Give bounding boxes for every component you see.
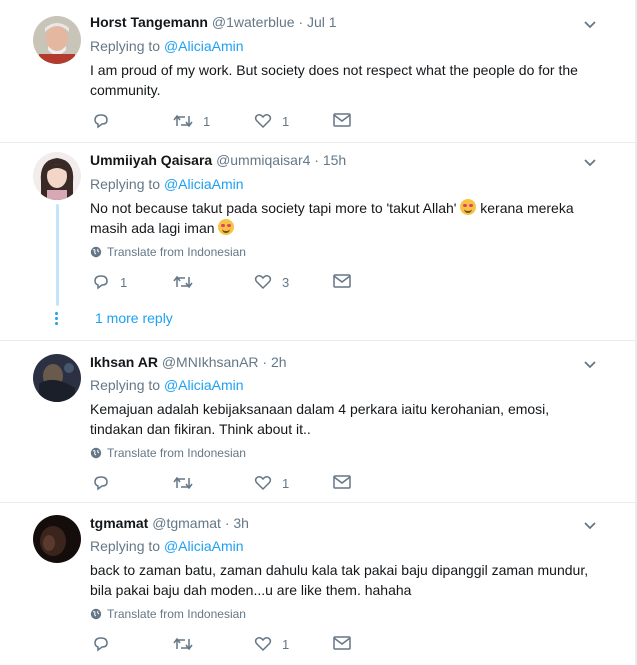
reply-button[interactable]: 1 (92, 274, 127, 290)
envelope-icon (333, 636, 351, 650)
chevron-down-icon[interactable] (583, 158, 597, 168)
chevron-down-icon[interactable] (583, 521, 597, 531)
chevron-down-icon[interactable] (583, 20, 597, 30)
envelope-icon (333, 113, 351, 127)
mention-link[interactable]: @AliciaAmin (164, 377, 244, 393)
reply-icon (94, 476, 108, 491)
thread-connector-line (56, 204, 59, 306)
author-handle-time[interactable]: @ummiqaisar4 · 15h (216, 152, 346, 168)
like-count: 1 (282, 636, 290, 652)
tweet-text: back to zaman batu, zaman dahulu kala ta… (90, 562, 589, 598)
avatar[interactable] (33, 16, 81, 64)
heart-icon (254, 114, 272, 129)
author-name[interactable]: tgmamat (90, 515, 148, 531)
tweet-header: Ummiiyah Qaisara @ummiqaisar4 · 15h (90, 152, 346, 168)
retweet-count: 1 (203, 113, 211, 129)
reply-button[interactable] (92, 636, 120, 652)
translate-link[interactable]: Translate from Indonesian (90, 607, 246, 621)
retweet-button[interactable] (173, 636, 203, 652)
like-button[interactable]: 1 (254, 636, 289, 652)
like-count: 1 (282, 475, 290, 491)
smiling-face-emoji-icon (218, 219, 235, 235)
reply-icon (94, 637, 108, 652)
author-name[interactable]: Ummiiyah Qaisara (90, 152, 212, 168)
retweet-button[interactable]: 1 (173, 113, 210, 129)
retweet-icon (173, 275, 193, 289)
like-count: 3 (282, 274, 290, 290)
avatar[interactable] (33, 515, 81, 563)
envelope-icon (333, 274, 351, 288)
reply-button[interactable] (92, 113, 120, 129)
translate-link[interactable]: Translate from Indonesian (90, 446, 246, 460)
retweet-icon (173, 114, 193, 128)
tweet-header: Horst Tangemann @1waterblue · Jul 1 (90, 14, 337, 30)
retweet-icon (173, 637, 193, 651)
direct-message-button[interactable] (333, 636, 351, 650)
heart-icon (254, 637, 272, 652)
tweet-actions: 1 1 (90, 113, 390, 133)
avatar[interactable] (33, 354, 81, 402)
retweet-button[interactable] (173, 475, 203, 491)
tweet-horst[interactable]: Horst Tangemann @1waterblue · Jul 1 Repl… (0, 0, 635, 143)
like-button[interactable]: 1 (254, 113, 289, 129)
replying-prefix: Replying to (90, 38, 161, 54)
tweet-ikhsan[interactable]: Ikhsan AR @MNIkhsanAR · 2h Replying to @… (0, 341, 635, 503)
retweet-button[interactable] (173, 274, 203, 290)
thread-dots-icon (55, 312, 58, 325)
tweet-actions: 1 3 (90, 274, 390, 294)
smiling-face-emoji-icon (460, 199, 477, 215)
replying-to: Replying to @AliciaAmin (90, 538, 244, 554)
reply-button[interactable] (92, 475, 120, 491)
envelope-icon (333, 475, 351, 489)
like-count: 1 (282, 113, 290, 129)
author-handle-time[interactable]: @1waterblue · Jul 1 (212, 14, 337, 30)
tweet-header: tgmamat @tgmamat · 3h (90, 515, 249, 531)
tweet-text-part: No not because takut pada society tapi m… (90, 200, 457, 216)
retweet-icon (173, 476, 193, 490)
globe-icon (90, 447, 102, 459)
like-button[interactable]: 1 (254, 475, 289, 491)
avatar[interactable] (33, 152, 81, 200)
reply-count: 1 (120, 274, 128, 290)
replying-to: Replying to @AliciaAmin (90, 176, 244, 192)
tweet-text: No not because takut pada society tapi m… (90, 198, 595, 238)
author-name[interactable]: Ikhsan AR (90, 354, 158, 370)
mention-link[interactable]: @AliciaAmin (164, 538, 244, 554)
mention-link[interactable]: @AliciaAmin (164, 38, 244, 54)
replying-prefix: Replying to (90, 176, 161, 192)
globe-icon (90, 608, 102, 620)
author-handle-time[interactable]: @MNIkhsanAR · 2h (162, 354, 287, 370)
direct-message-button[interactable] (333, 475, 351, 489)
tweet-text: I am proud of my work. But society does … (90, 62, 578, 98)
replying-prefix: Replying to (90, 538, 161, 554)
replying-to: Replying to @AliciaAmin (90, 38, 244, 54)
heart-icon (254, 275, 272, 290)
reply-icon (94, 275, 108, 290)
more-replies-link[interactable]: 1 more reply (95, 310, 173, 326)
tweet-actions: 1 (90, 475, 390, 495)
tweet-tgmamat[interactable]: tgmamat @tgmamat · 3h Replying to @Alici… (0, 502, 635, 665)
translate-label: Translate from Indonesian (107, 245, 246, 259)
tweet-header: Ikhsan AR @MNIkhsanAR · 2h (90, 354, 287, 370)
reply-icon (94, 114, 108, 129)
globe-icon (90, 246, 102, 258)
heart-icon (254, 476, 272, 491)
tweet-actions: 1 (90, 636, 390, 656)
direct-message-button[interactable] (333, 113, 351, 127)
author-handle-time[interactable]: @tgmamat · 3h (152, 515, 249, 531)
mention-link[interactable]: @AliciaAmin (164, 176, 244, 192)
translate-label: Translate from Indonesian (107, 446, 246, 460)
like-button[interactable]: 3 (254, 274, 289, 290)
translate-link[interactable]: Translate from Indonesian (90, 245, 246, 259)
translate-label: Translate from Indonesian (107, 607, 246, 621)
author-name[interactable]: Horst Tangemann (90, 14, 208, 30)
direct-message-button[interactable] (333, 274, 351, 288)
chevron-down-icon[interactable] (583, 360, 597, 370)
tweet-text: Kemajuan adalah kebijaksanaan dalam 4 pe… (90, 401, 550, 437)
replying-to: Replying to @AliciaAmin (90, 377, 244, 393)
replying-prefix: Replying to (90, 377, 161, 393)
